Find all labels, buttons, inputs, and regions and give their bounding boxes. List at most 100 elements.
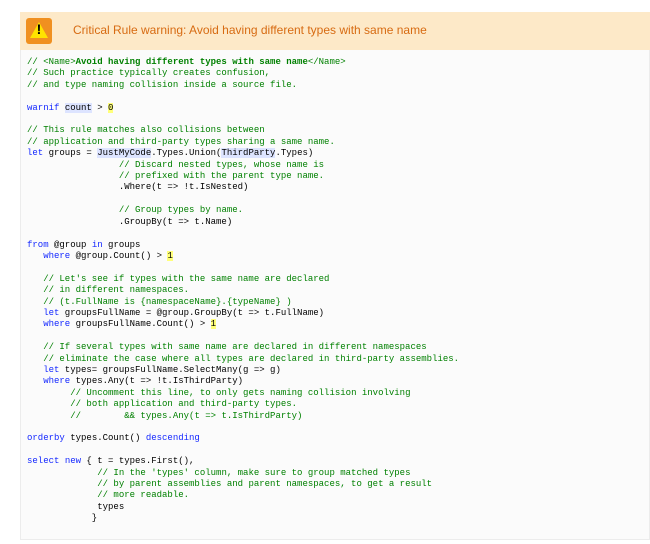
code-keyword: orderby [27, 433, 65, 444]
code-line: } [27, 513, 459, 524]
code-comment: // Discard nested types, whose name is [118, 159, 325, 170]
code-comment: Avoid having different types with same n… [75, 57, 308, 67]
code-keyword: let [43, 307, 60, 318]
code-token: } [27, 513, 98, 524]
code-line: from @group in groups [27, 240, 459, 251]
code-editor[interactable]: // <Name>Avoid having different types wi… [27, 57, 459, 525]
code-comment: // <Name> [27, 57, 76, 67]
code-line: // application and third-party types sha… [27, 137, 459, 148]
code-token: count [64, 102, 92, 113]
code-token: groupsFullName.Count() > [70, 319, 211, 330]
code-number: 1 [167, 250, 173, 261]
code-keyword: let [43, 364, 60, 375]
code-comment: // by parent assemblies and parent names… [97, 479, 433, 490]
code-comment: // Let's see if types with the same name… [43, 273, 330, 284]
code-line: select new { t = types.First(), [27, 456, 459, 467]
code-token: .Types.Union( [151, 148, 222, 159]
code-token: ThirdParty [221, 148, 276, 159]
code-line: where groupsFullName.Count() > 1 [27, 319, 459, 330]
code-comment: // Group types by name. [118, 205, 244, 216]
code-keyword: from [27, 239, 49, 250]
code-line: // Uncomment this line, to only gets nam… [27, 388, 459, 399]
code-line: // more readable. [27, 490, 459, 501]
code-keyword: warnif [27, 102, 60, 113]
warning-triangle-icon: ! [26, 18, 52, 44]
code-keyword: where [43, 250, 71, 261]
code-token: JustMyCode [97, 148, 152, 159]
code-line: // both application and third-party type… [27, 399, 459, 410]
code-token: @group [48, 239, 92, 250]
code-comment: // In the 'types' column, make sure to g… [97, 467, 411, 478]
code-line: let groups = JustMyCode.Types.Union(Thir… [27, 148, 459, 159]
code-line: .GroupBy(t => t.Name) [27, 217, 459, 228]
code-token: types.Any(t => !t.IsThirdParty) [70, 376, 244, 387]
banner-title: Critical Rule warning: Avoid having diff… [73, 23, 427, 37]
code-line: // This rule matches also collisions bet… [27, 125, 459, 136]
code-line: where types.Any(t => !t.IsThirdParty) [27, 376, 459, 387]
code-comment: // prefixed with the parent type name. [118, 171, 325, 182]
code-comment: // eliminate the case where all types ar… [43, 353, 460, 364]
code-keyword: in [91, 239, 103, 250]
code-line: // in different namespaces. [27, 285, 459, 296]
code-line: // In the 'types' column, make sure to g… [27, 468, 459, 479]
code-token: groups [102, 239, 141, 250]
code-comment: </Name> [307, 57, 346, 67]
code-line: orderby types.Count() descending [27, 433, 459, 444]
code-keyword: where [43, 376, 71, 387]
code-number: 1 [210, 319, 217, 330]
code-token: groupsFullName = @group.GroupBy(t => t.F… [59, 307, 325, 318]
code-token: > [91, 102, 109, 113]
code-token: { t = types.First(), [81, 456, 195, 467]
code-comment: // application and third-party types sha… [27, 136, 335, 147]
code-keyword: where [43, 319, 71, 330]
code-line: where @group.Count() > 1 [27, 250, 459, 262]
code-token: types= groupsFullName.SelectMany(g => g) [59, 364, 281, 375]
code-line: // eliminate the case where all types ar… [27, 354, 459, 365]
code-token: .GroupBy(t => t.Name) [27, 216, 233, 227]
code-comment: // && types.Any(t => t.IsThirdParty) [70, 410, 303, 421]
code-token: .Where(t => !t.IsNested) [27, 182, 249, 193]
code-line: // by parent assemblies and parent names… [27, 479, 459, 490]
code-token: groups = [43, 148, 98, 159]
code-line: // && types.Any(t => t.IsThirdParty) [27, 411, 459, 422]
code-line: // Such practice typically creates confu… [27, 68, 459, 79]
code-token: types.Count() [64, 433, 146, 444]
code-comment: // If several types with same name are d… [43, 342, 427, 353]
code-comment: // (t.FullName is {namespaceName}.{typeN… [43, 296, 292, 307]
code-keyword: select [27, 456, 60, 467]
code-comment: // and type naming collision inside a so… [27, 79, 298, 90]
code-token: types [27, 501, 125, 512]
code-line: let types= groupsFullName.SelectMany(g =… [27, 365, 459, 376]
code-comment: // both application and third-party type… [70, 399, 298, 410]
code-line: types [27, 502, 459, 513]
code-keyword: let [27, 148, 44, 159]
code-line: // Group types by name. [27, 205, 459, 216]
code-line: // and type naming collision inside a so… [27, 80, 459, 91]
code-keyword: descending [145, 433, 200, 444]
code-token: .Types) [275, 148, 314, 159]
